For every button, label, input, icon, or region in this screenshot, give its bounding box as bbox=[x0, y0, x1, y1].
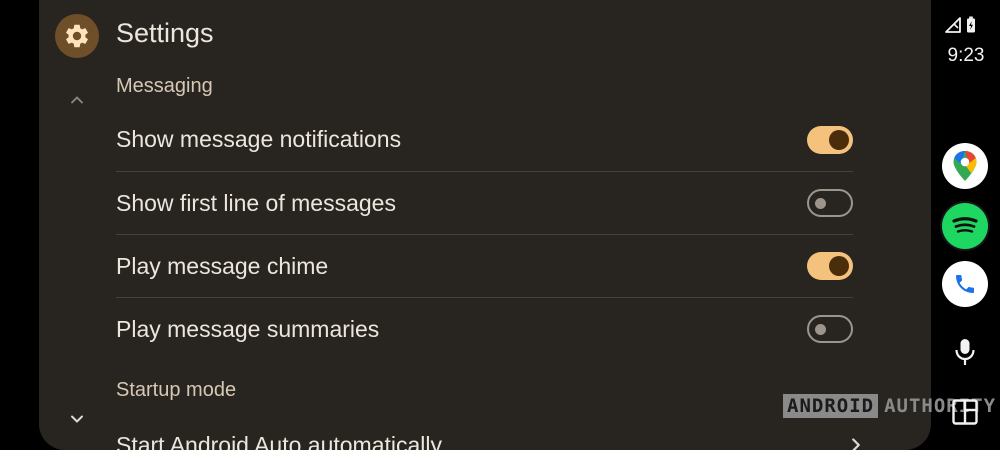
chevron-down-icon bbox=[71, 415, 83, 423]
setting-label: Show message notifications bbox=[116, 126, 402, 152]
setting-label: Play message summaries bbox=[116, 315, 380, 342]
page-title: Settings bbox=[116, 18, 214, 48]
gear-icon bbox=[66, 24, 88, 48]
toggle-knob bbox=[829, 256, 849, 276]
toggle-knob bbox=[829, 129, 849, 150]
watermark-box-text: ANDROID bbox=[783, 394, 879, 418]
setting-label: Start Android Auto automatically bbox=[116, 431, 443, 450]
toggle-switch-on[interactable] bbox=[807, 125, 853, 154]
battery-charging-icon bbox=[967, 16, 975, 33]
status-time: 9:23 bbox=[947, 45, 985, 66]
scroll-down-button[interactable] bbox=[65, 407, 89, 431]
watermark-text: AUTHORITY bbox=[884, 395, 997, 417]
maps-pin-icon bbox=[953, 151, 977, 181]
scroll-up-button[interactable] bbox=[65, 88, 89, 112]
setting-show-message-notifications[interactable]: Show message notifications bbox=[116, 108, 853, 171]
signal-off-icon bbox=[945, 17, 961, 33]
toggle-switch-on[interactable] bbox=[807, 252, 853, 280]
status-icons bbox=[944, 16, 976, 33]
microphone-button[interactable] bbox=[952, 337, 978, 367]
phone-app-button[interactable] bbox=[942, 261, 988, 307]
layout-switch-button[interactable] bbox=[952, 399, 978, 425]
split-screen-icon bbox=[952, 399, 978, 425]
toggle-knob bbox=[815, 324, 826, 335]
section-header-startup-mode: Startup mode bbox=[116, 379, 237, 401]
setting-show-first-line[interactable]: Show first line of messages bbox=[116, 171, 853, 234]
chevron-right-icon bbox=[852, 438, 860, 450]
maps-app-button[interactable] bbox=[942, 143, 988, 189]
setting-label: Play message chime bbox=[116, 252, 329, 279]
toggle-knob bbox=[815, 198, 826, 209]
spotify-icon bbox=[952, 217, 978, 233]
spotify-app-button[interactable] bbox=[942, 203, 988, 249]
microphone-icon bbox=[955, 339, 975, 365]
toggle-switch-off[interactable] bbox=[807, 189, 853, 217]
toggle-switch-off[interactable] bbox=[807, 315, 853, 343]
settings-panel: Settings Messaging Show message notifica… bbox=[39, 0, 931, 450]
setting-label: Show first line of messages bbox=[116, 189, 396, 216]
phone-icon bbox=[956, 275, 974, 293]
section-header-messaging: Messaging bbox=[116, 75, 213, 97]
setting-start-android-auto[interactable]: Start Android Auto automatically bbox=[116, 425, 860, 450]
chevron-up-icon bbox=[71, 96, 83, 104]
setting-play-message-chime[interactable]: Play message chime bbox=[116, 234, 853, 297]
settings-gear-badge bbox=[55, 14, 99, 58]
setting-play-message-summaries[interactable]: Play message summaries bbox=[116, 297, 853, 360]
